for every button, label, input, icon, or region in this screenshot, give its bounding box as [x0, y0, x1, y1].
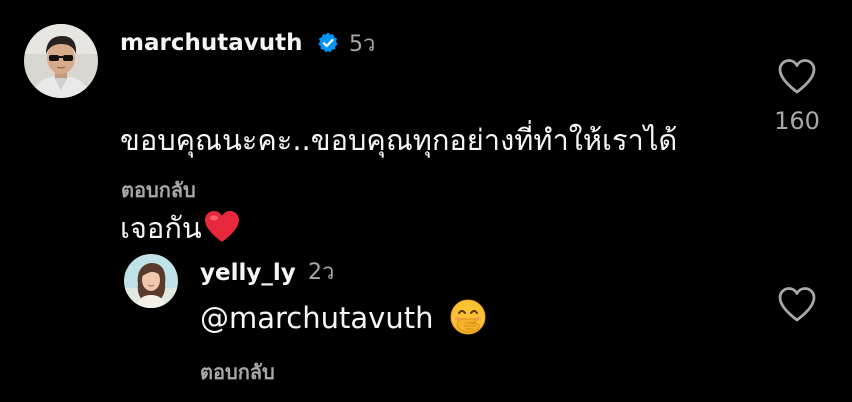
heart-outline-icon [778, 59, 816, 94]
avatar-man-sunglasses-icon [24, 24, 98, 98]
reply-yelly-ly: yelly_ly 2ว @marchutavuth ตอบกลับ [0, 230, 852, 402]
like-count: 160 [774, 107, 820, 135]
heart-outline-icon [778, 287, 816, 322]
comment-timestamp: 5ว [349, 32, 376, 57]
like-button[interactable] [777, 286, 817, 324]
comment-text-line1: ขอบคุณนะคะ..ขอบคุณทุกอย่างที่ทำให้เราได้ [120, 123, 678, 157]
mention-link[interactable]: @marchutavuth [200, 301, 433, 335]
like-button[interactable] [777, 58, 817, 96]
reply-timestamp: 2ว [308, 260, 335, 285]
comment-marchutavuth: marchutavuth 5ว ขอบคุณนะคะ..ขอบคุณทุกอย่… [0, 0, 852, 245]
avatar-woman-icon [124, 254, 178, 308]
comment-username[interactable]: marchutavuth [120, 28, 302, 58]
avatar[interactable] [124, 254, 178, 308]
verified-badge-icon [316, 31, 340, 55]
face-with-hand-over-mouth-emoji-icon [449, 298, 487, 336]
reply-button[interactable]: ตอบกลับ [121, 176, 196, 204]
reply-button[interactable]: ตอบกลับ [200, 358, 275, 386]
reply-text: @marchutavuth [200, 296, 487, 340]
avatar[interactable] [24, 24, 98, 98]
reply-username[interactable]: yelly_ly [200, 258, 296, 288]
